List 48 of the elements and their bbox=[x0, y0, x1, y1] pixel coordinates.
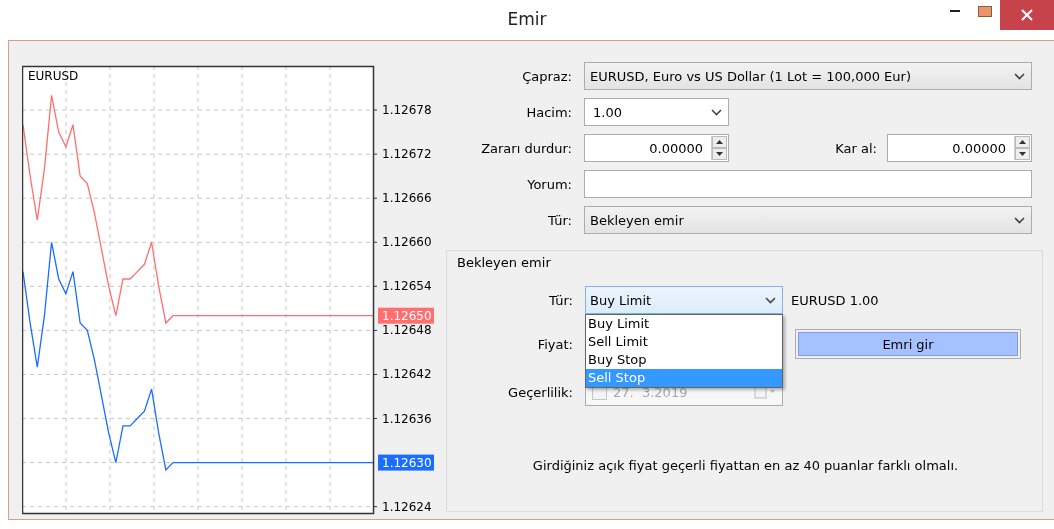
minimize-icon bbox=[950, 9, 960, 13]
field-label: Tür: bbox=[547, 212, 572, 228]
dropdown-option[interactable]: Buy Stop bbox=[586, 351, 782, 369]
chart-title: EURUSD bbox=[28, 69, 79, 83]
axis-label: 1.12648 bbox=[382, 323, 432, 338]
axis-label: 1.12654 bbox=[382, 279, 432, 294]
number-field[interactable]: 0.00000 bbox=[584, 134, 729, 162]
group-title: Bekleyen emir bbox=[457, 255, 551, 270]
axis-label: 1.12660 bbox=[382, 235, 432, 250]
symbol-select[interactable]: EURUSD, Euro vs US Dollar (1 Lot = 100,000 Eur) bbox=[584, 62, 1032, 90]
spin-down-icon[interactable] bbox=[1015, 148, 1030, 160]
field-label: Yorum: bbox=[526, 176, 572, 192]
dropdown-option[interactable]: Buy Limit bbox=[586, 315, 782, 333]
axis-label: 1.12672 bbox=[382, 147, 432, 162]
axis-label: 1.12642 bbox=[382, 367, 432, 382]
dropdown-option[interactable]: Sell Limit bbox=[586, 333, 782, 351]
price-tag: 1.12650 bbox=[378, 307, 434, 324]
field-label: Zararı durdur: bbox=[480, 140, 572, 156]
axis-label: 1.12678 bbox=[382, 103, 432, 118]
maximize-icon bbox=[978, 5, 992, 17]
chevron-down-icon bbox=[1014, 72, 1025, 80]
field-label: Hacim: bbox=[525, 104, 572, 120]
chevron-down-icon bbox=[765, 296, 776, 304]
comment-field[interactable] bbox=[584, 170, 1032, 198]
spin-up-icon[interactable] bbox=[1015, 136, 1030, 148]
spin-down-icon[interactable] bbox=[712, 148, 727, 160]
type-select[interactable]: Buy Limit bbox=[585, 286, 783, 314]
axis-label: 1.12636 bbox=[382, 411, 432, 426]
volume-combo[interactable]: 1.00 bbox=[584, 98, 729, 126]
submit-button[interactable]: Emri gir bbox=[795, 329, 1021, 359]
field-label: Geçerlilik: bbox=[507, 384, 573, 400]
number-field[interactable]: 0.00000 bbox=[887, 134, 1032, 162]
close-button[interactable] bbox=[1000, 0, 1054, 30]
field-label: Fiyat: bbox=[536, 336, 573, 352]
field-label: Kar al: bbox=[835, 140, 877, 156]
summary-text: EURUSD 1.00 bbox=[791, 292, 879, 308]
type-select[interactable]: Bekleyen emir bbox=[584, 206, 1032, 234]
info-text: Girdiğiniz açık fiyat geçerli fiyattan en az 40 puanlar farklı olmalı. bbox=[531, 458, 960, 473]
window-title: Emir bbox=[507, 9, 547, 29]
chevron-down-icon bbox=[1014, 216, 1025, 224]
axis-label: 1.12624 bbox=[382, 499, 432, 514]
field-label: Tür: bbox=[548, 292, 573, 308]
field-label: Çapraz: bbox=[521, 68, 572, 84]
chevron-down-icon bbox=[711, 108, 722, 116]
close-icon bbox=[1021, 9, 1033, 21]
axis-label: 1.12666 bbox=[382, 191, 432, 206]
price-tag: 1.12630 bbox=[378, 454, 434, 471]
spin-up-icon[interactable] bbox=[712, 136, 727, 148]
